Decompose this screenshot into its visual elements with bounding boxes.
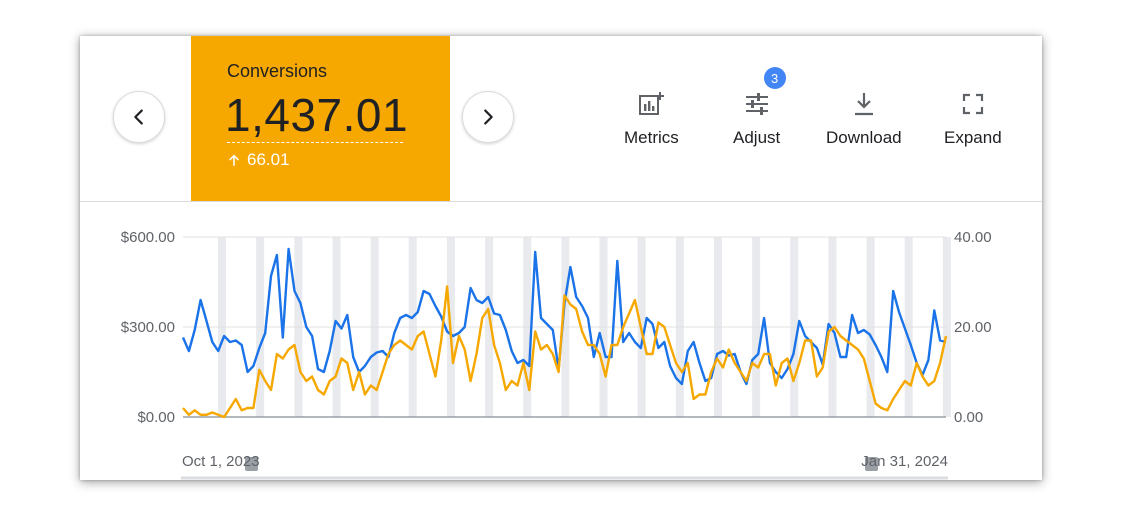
metrics-button[interactable]: Metrics [624,88,679,148]
expand-button[interactable]: Expand [944,88,1002,148]
expand-icon [962,93,983,115]
metrics-label: Metrics [624,128,679,147]
kpi-change-value: 66.01 [247,150,290,169]
download-label: Download [826,128,902,147]
chevron-left-icon [134,109,143,125]
expand-label: Expand [944,128,1002,147]
right-tick-1: 20.00 [954,319,992,336]
line-chart: $600.00 $300.00 $0.00 40.00 20.00 0.00 [121,229,992,480]
adjust-sliders-icon [745,93,768,115]
end-date-label: Jan 31, 2024 [861,453,948,470]
kpi-change: 66.01 [227,150,290,170]
adjust-badge: 3 [763,67,786,89]
start-date-label: Oct 1, 2023 [182,453,260,470]
adjust-label: Adjust [733,128,781,147]
next-metric-button[interactable] [462,91,514,143]
metrics-chart-icon [639,92,665,115]
header: Conversions 1,437.01 66.01 Metrics 3 Adj… [80,36,1042,201]
kpi-label: Conversions [227,61,328,81]
kpi-value: 1,437.01 [225,89,409,141]
chevron-right-icon [484,109,493,125]
left-tick-1: $300.00 [121,319,175,336]
date-labels: Oct 1, 2023 Jan 31, 2024 [182,453,948,470]
adjust-button[interactable]: 3 Adjust [733,67,786,148]
arrow-up-icon [229,154,239,167]
previous-metric-button[interactable] [113,91,165,143]
left-tick-0: $600.00 [121,229,175,246]
kpi-underline [227,142,403,143]
download-icon [854,93,873,116]
report-card: Conversions 1,437.01 66.01 Metrics 3 Adj… [80,36,1042,480]
right-tick-0: 40.00 [954,229,992,246]
right-tick-2: 0.00 [954,409,983,426]
left-tick-2: $0.00 [137,409,175,426]
kpi-card[interactable]: Conversions 1,437.01 66.01 [191,36,450,201]
download-button[interactable]: Download [826,88,902,148]
